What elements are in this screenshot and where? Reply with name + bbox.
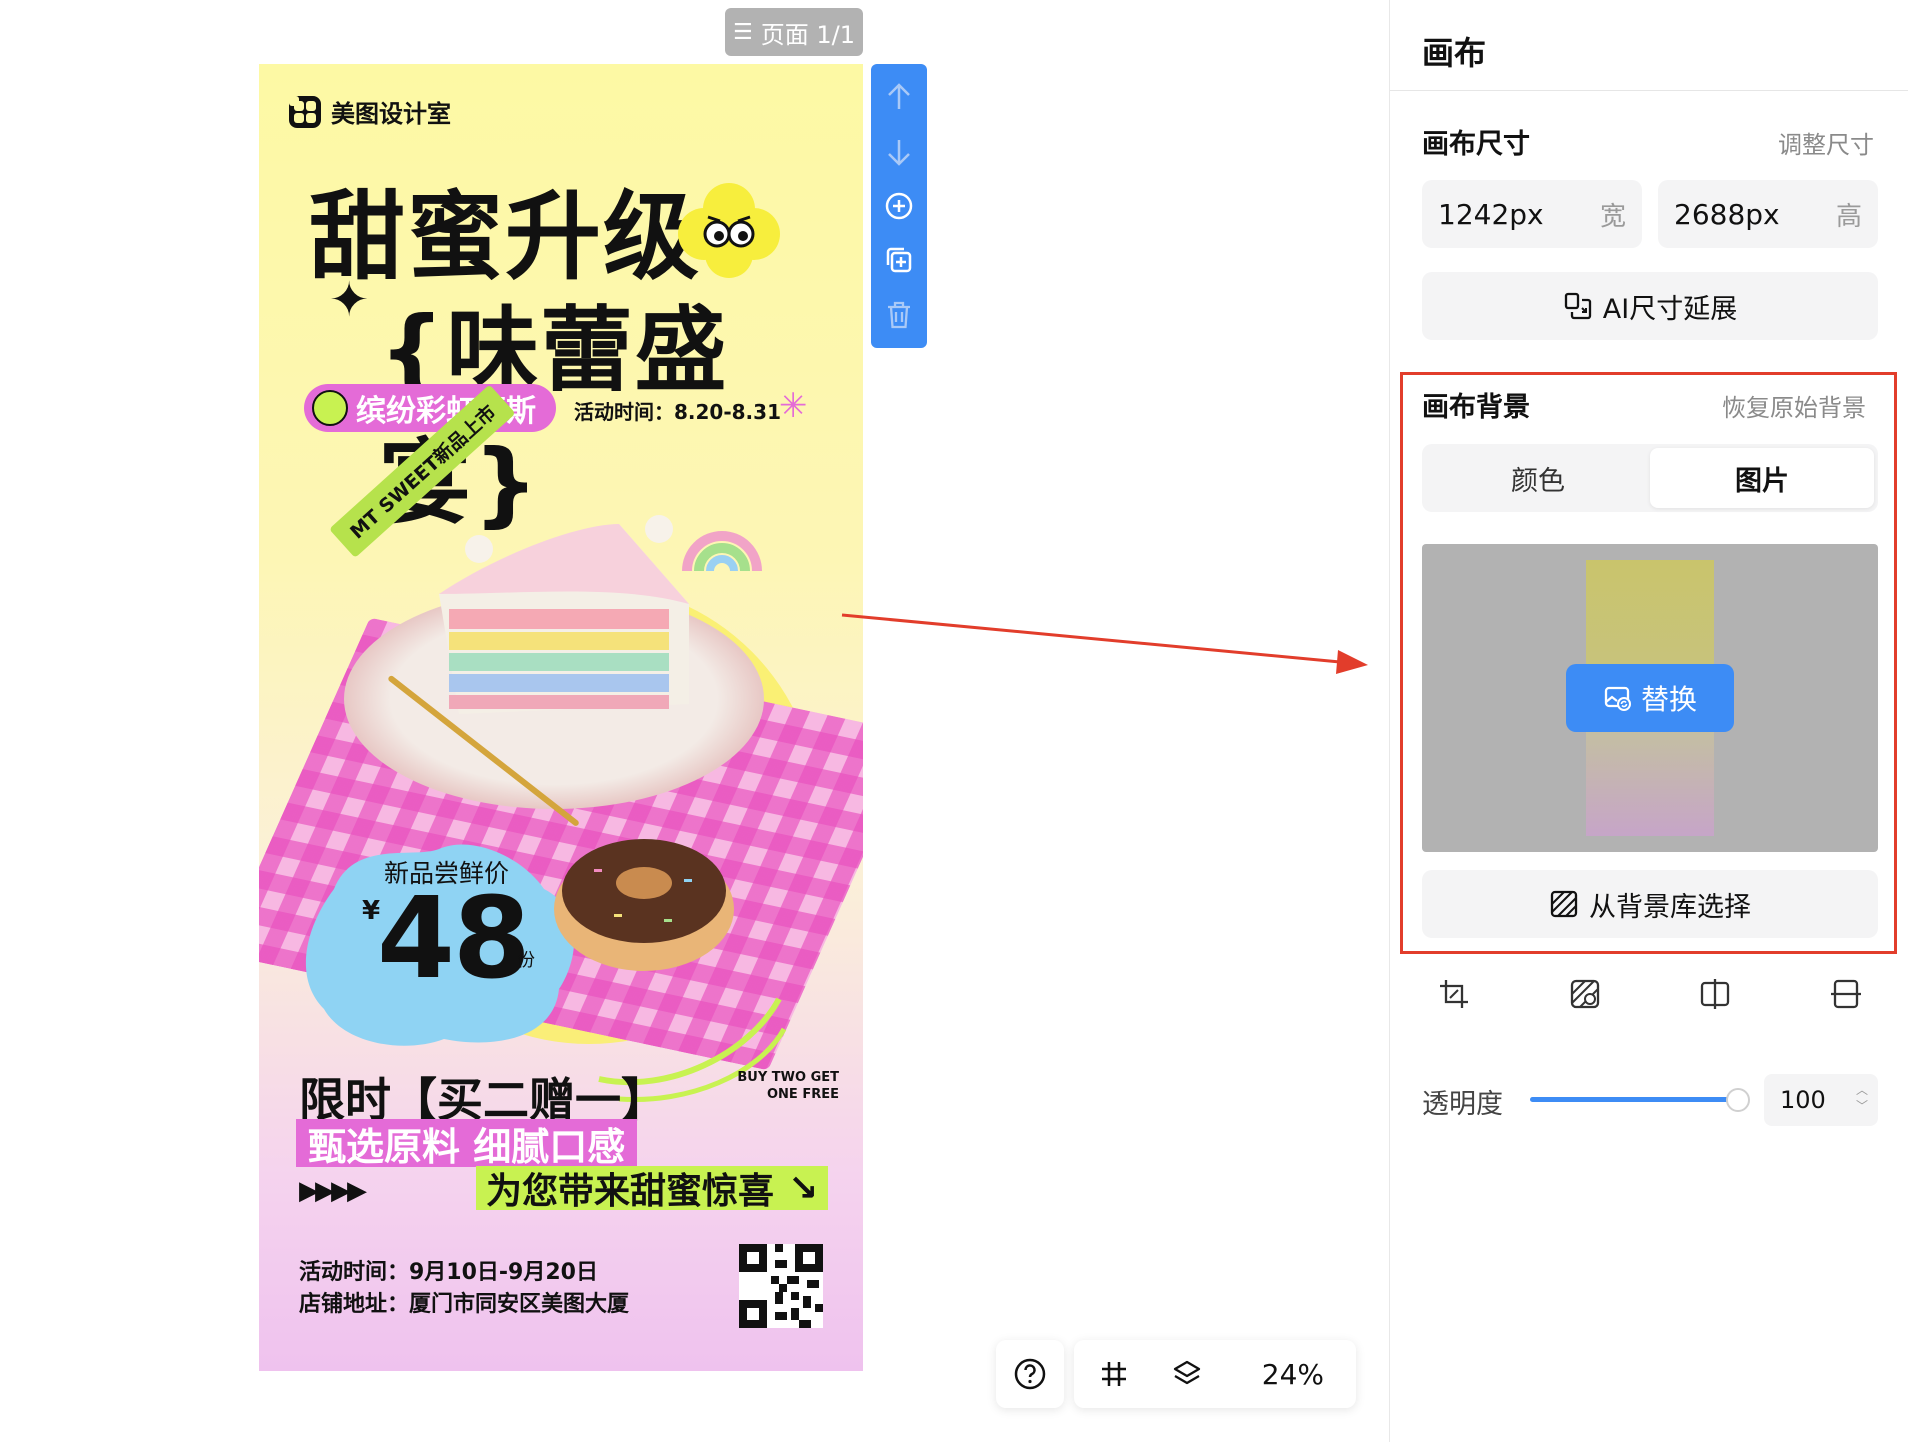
flower-eyes-icon — [678, 183, 780, 278]
asterisk-star-icon: ✳ — [779, 386, 808, 426]
flip-vertical-button[interactable] — [1822, 970, 1870, 1018]
highlight-green-label: 为您带来甜蜜惊喜 — [486, 1171, 775, 1212]
width-value: 1242px — [1438, 197, 1544, 231]
page-side-toolbar — [871, 64, 927, 348]
opacity-label: 透明度 — [1422, 1089, 1503, 1120]
width-unit: 宽 — [1599, 201, 1626, 232]
buy-two-line1: BUY TWO GET — [737, 1070, 839, 1085]
buy-two-text[interactable]: BUY TWO GET ONE FREE — [729, 1069, 839, 1103]
help-button[interactable] — [996, 1340, 1064, 1408]
restore-background-link[interactable]: 恢复原始背景 — [1722, 388, 1866, 423]
product-pill[interactable]: 缤纷彩虹慕斯 — [304, 384, 556, 432]
texture-icon — [1550, 890, 1578, 918]
grid-hash-icon — [1102, 1362, 1126, 1386]
duplicate-page-icon[interactable] — [879, 240, 919, 280]
background-library-button[interactable]: 从背景库选择 — [1422, 870, 1878, 938]
replace-button[interactable]: 替换 — [1566, 664, 1734, 732]
adjust-size-link[interactable]: 调整尺寸 — [1778, 125, 1874, 160]
rainbow-icon — [682, 531, 762, 572]
ai-extend-button[interactable]: AI尺寸延展 — [1422, 272, 1878, 340]
buy-two-line2: ONE FREE — [767, 1087, 839, 1102]
opacity-value: 100 — [1780, 1086, 1826, 1114]
delete-page-icon[interactable] — [879, 295, 919, 335]
sparkle-icon: ✦ — [329, 272, 370, 328]
tab-color[interactable]: 颜色 — [1426, 448, 1650, 508]
canvas-background-title: 画布背景 — [1422, 392, 1530, 423]
filter-button[interactable] — [1561, 970, 1609, 1018]
background-tools — [1422, 970, 1878, 1018]
qr-code-icon[interactable] — [739, 1244, 823, 1328]
canvas-workspace: ☰ 页面 1/1 美图设计室 甜蜜升级 ✦ {味蕾盛宴} 缤纷彩虹慕斯 活动时间… — [0, 0, 1389, 1442]
replace-label: 替换 — [1640, 683, 1697, 716]
background-library-label: 从背景库选择 — [1589, 891, 1751, 923]
highlight-green-text[interactable]: 为您带来甜蜜惊喜 ↘ — [476, 1166, 829, 1212]
flip-horizontal-icon — [1701, 979, 1730, 1009]
price-unit: 份 — [517, 950, 535, 971]
donut-image[interactable] — [544, 809, 744, 979]
move-down-icon[interactable] — [879, 132, 919, 172]
width-field[interactable]: 1242px 宽 — [1422, 180, 1642, 248]
replace-image-icon — [1604, 686, 1631, 711]
poster-canvas[interactable]: 美图设计室 甜蜜升级 ✦ {味蕾盛宴} 缤纷彩虹慕斯 活动时间：8.20-8.3… — [259, 64, 863, 1371]
crop-button[interactable] — [1430, 970, 1478, 1018]
height-unit: 高 — [1835, 201, 1862, 232]
background-preview: 替换 — [1422, 544, 1878, 852]
list-icon: ☰ — [733, 19, 753, 45]
panel-divider — [1390, 90, 1908, 91]
flip-horizontal-button[interactable] — [1691, 970, 1739, 1018]
layers-icon — [1173, 1360, 1201, 1385]
canvas-size-title: 画布尺寸 — [1422, 129, 1530, 160]
properties-panel: 画布 画布尺寸 调整尺寸 1242px 宽 2688px 高 AI尺寸延展 画布… — [1389, 0, 1908, 1442]
annotation-arrow — [841, 613, 1368, 674]
texture-filter-icon — [1570, 979, 1599, 1009]
info-address[interactable]: 店铺地址：厦门市同安区美图大厦 — [299, 1286, 629, 1318]
opacity-input[interactable]: 100 ︿ ﹀ — [1764, 1074, 1878, 1126]
info-time[interactable]: 活动时间：9月10日-9月20日 — [299, 1254, 598, 1286]
move-up-icon[interactable] — [879, 77, 919, 117]
bottom-toolbar: 24% — [996, 1340, 1356, 1408]
flip-vertical-icon — [1830, 979, 1861, 1009]
brand: 美图设计室 — [289, 94, 451, 129]
rainbow-cake-image[interactable] — [419, 514, 709, 754]
crop-icon — [1440, 980, 1468, 1008]
grid-button[interactable] — [1086, 1346, 1142, 1402]
add-page-icon[interactable] — [879, 186, 919, 226]
height-field[interactable]: 2688px 高 — [1658, 180, 1878, 248]
highlight-pink-text[interactable]: 甄选原料 细腻口感 — [296, 1119, 638, 1169]
price-value[interactable]: 48 — [377, 874, 531, 1004]
editor-root: ☰ 页面 1/1 美图设计室 甜蜜升级 ✦ {味蕾盛宴} 缤纷彩虹慕斯 活动时间… — [0, 0, 1908, 1442]
smiley-icon — [312, 390, 348, 426]
activity-time-short[interactable]: 活动时间：8.20-8.31 — [574, 396, 781, 425]
brand-name: 美图设计室 — [331, 100, 451, 128]
help-icon — [1014, 1358, 1046, 1390]
arrow-down-right-icon: ↘ — [788, 1167, 819, 1209]
tab-image[interactable]: 图片 — [1650, 448, 1874, 508]
stepper-icon[interactable]: ︿ ﹀ — [1856, 1082, 1868, 1114]
ai-extend-icon — [1564, 292, 1591, 320]
brand-logo-icon — [289, 95, 321, 128]
opacity-slider-thumb[interactable] — [1726, 1088, 1750, 1112]
panel-title: 画布 — [1422, 34, 1487, 72]
view-controls: 24% — [1074, 1340, 1356, 1408]
background-type-tabs: 颜色 图片 — [1422, 444, 1878, 512]
zoom-level[interactable]: 24% — [1232, 1358, 1344, 1391]
ai-extend-label: AI尺寸延展 — [1602, 293, 1738, 325]
arrows-decoration: ▶▶▶▶ — [299, 1176, 367, 1206]
height-value: 2688px — [1674, 197, 1780, 231]
layers-button[interactable] — [1159, 1346, 1215, 1402]
page-indicator-label: 页面 1/1 — [760, 20, 855, 49]
opacity-slider[interactable] — [1530, 1097, 1738, 1102]
page-indicator[interactable]: ☰ 页面 1/1 — [725, 8, 863, 56]
